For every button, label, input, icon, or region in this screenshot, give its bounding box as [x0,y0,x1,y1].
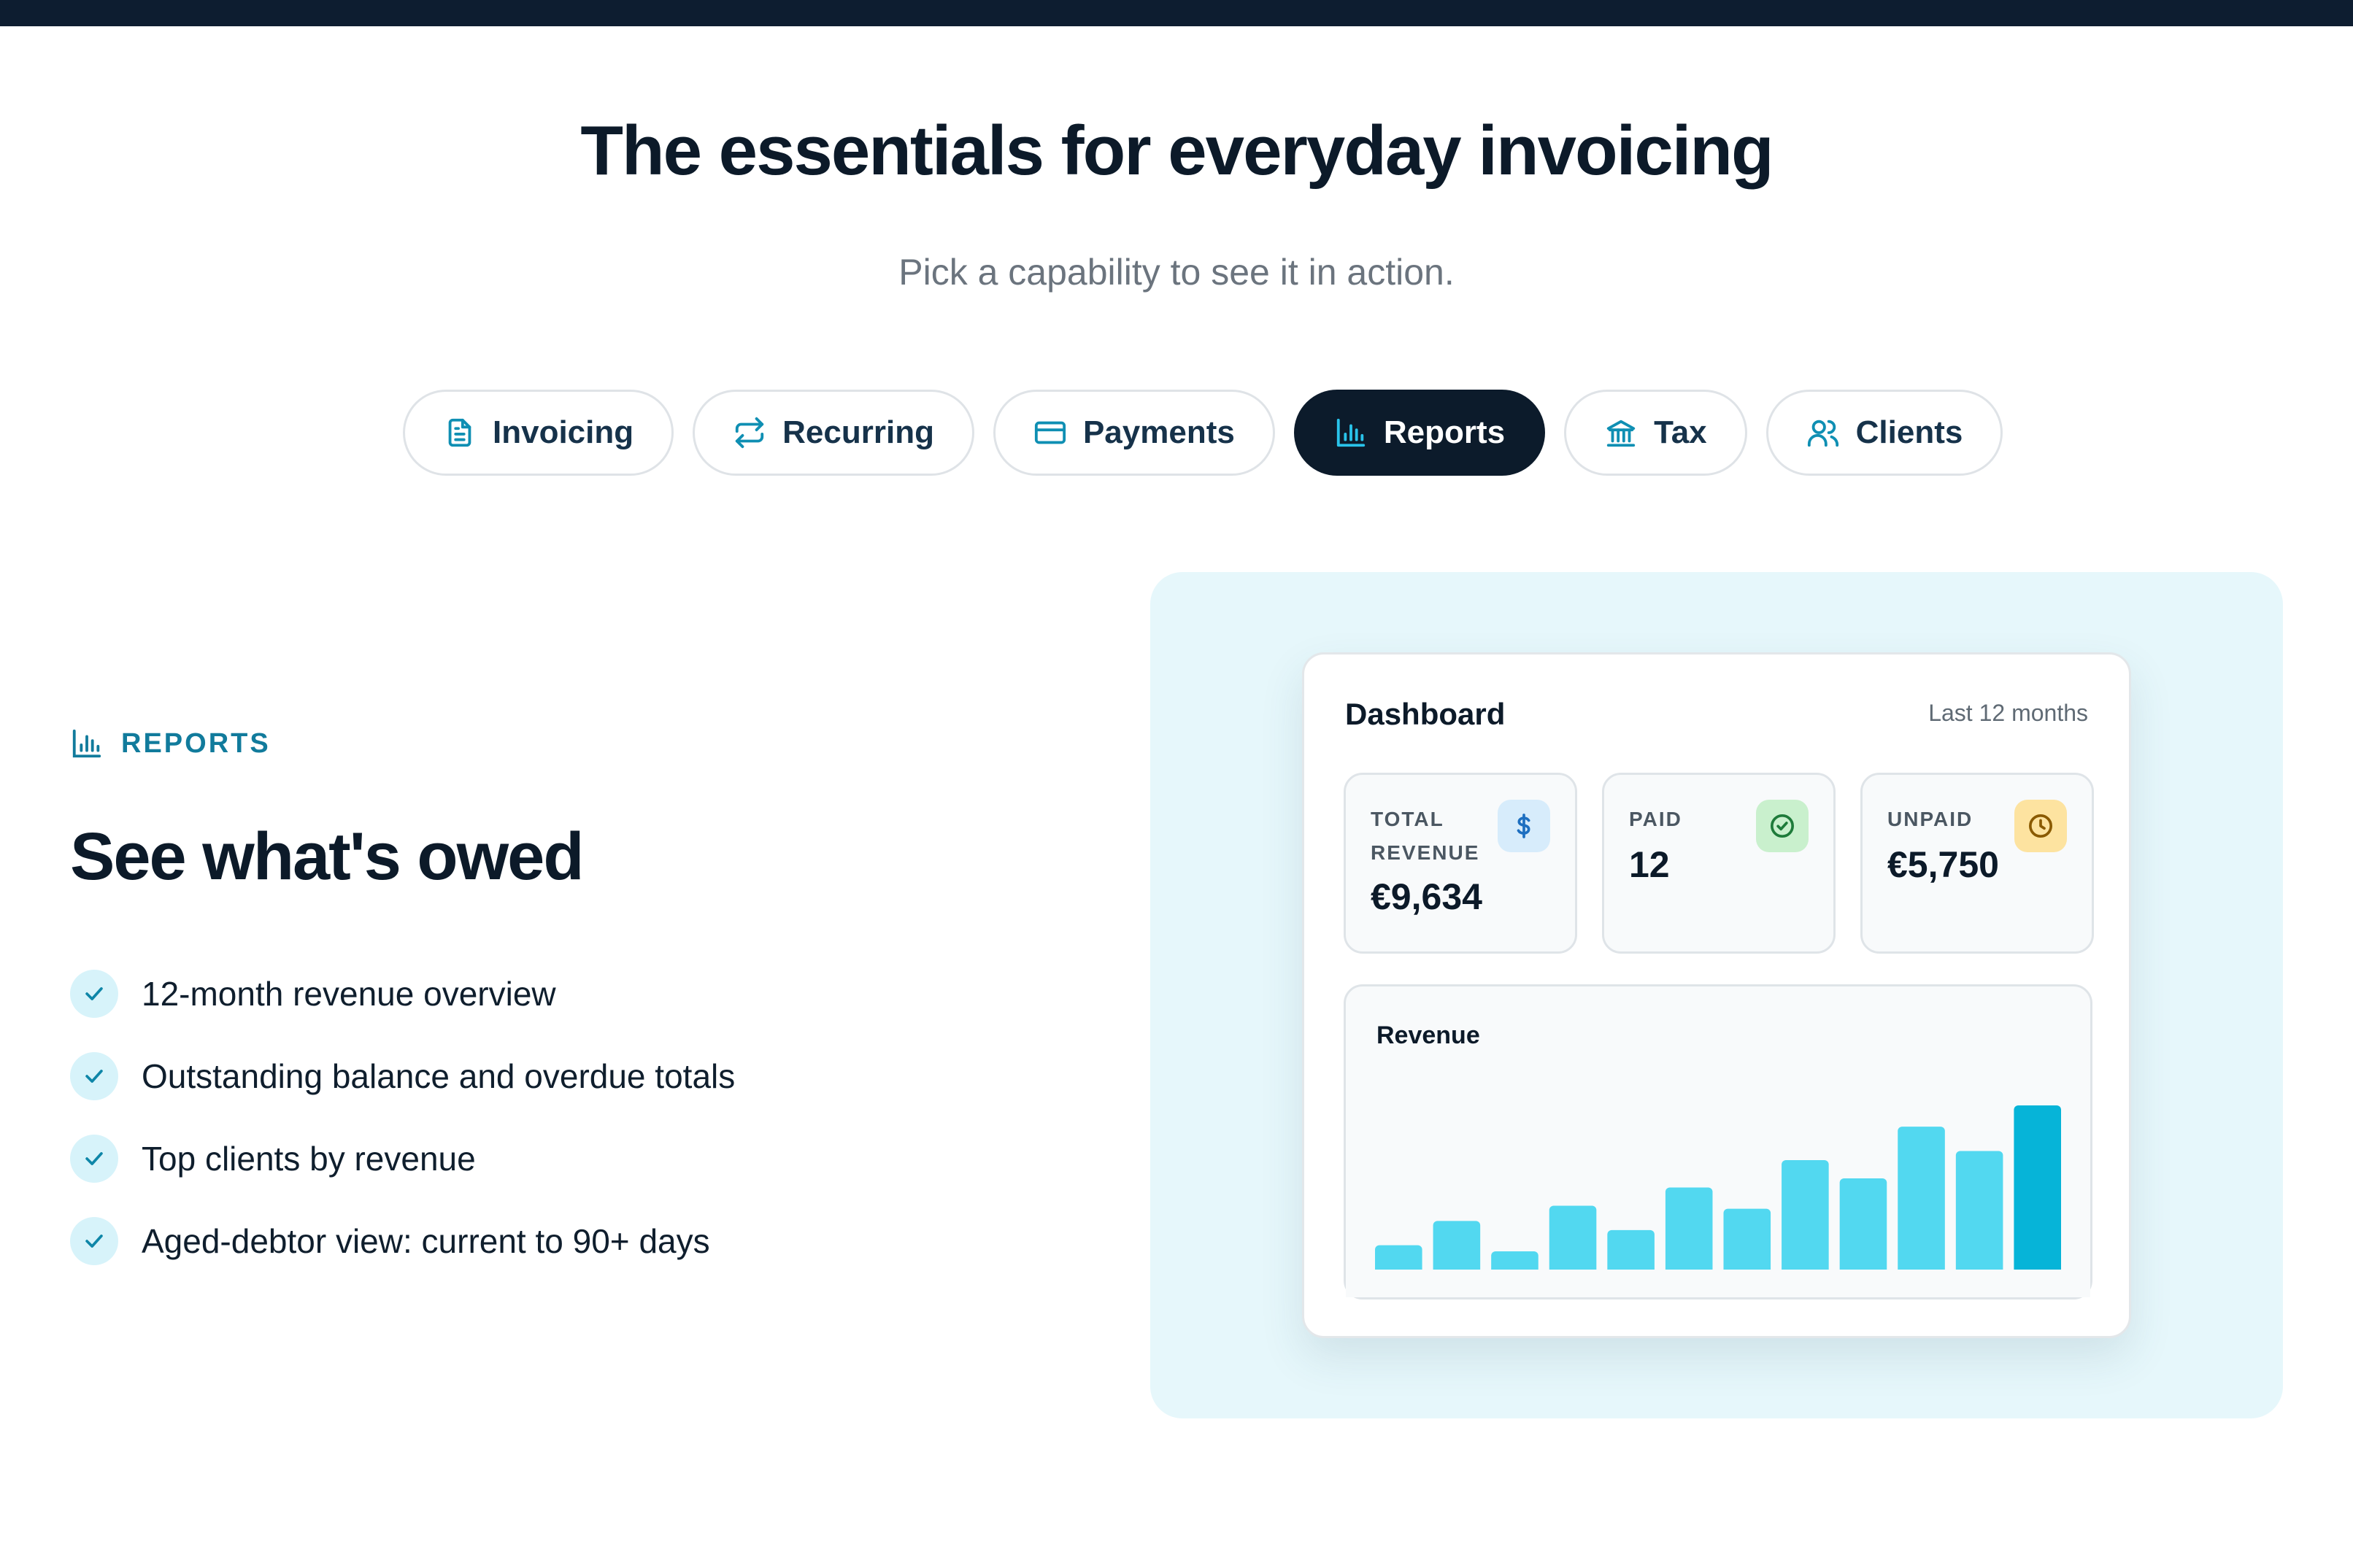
revenue-bar [1549,1205,1597,1274]
date-range-label: Last 12 months [1928,700,2088,726]
dashboard-title: Dashboard [1345,697,1506,731]
capability-tabs: Invoicing Recurring Payments Reports Tax… [403,390,2003,476]
revenue-bar [2014,1105,2061,1274]
bank-icon [1606,420,1636,447]
hero-subtitle: Pick a capability to see it in action. [898,252,1455,293]
tab-label: Recurring [782,414,934,450]
tab-tax[interactable]: Tax [1564,390,1747,476]
revenue-bar [1665,1187,1713,1274]
revenue-bar [1782,1160,1829,1274]
tab-clients[interactable]: Clients [1765,390,2003,476]
eyebrow-label: REPORTS [121,727,271,759]
tab-invoicing[interactable]: Invoicing [403,390,674,476]
kpi-label: PAID [1629,808,1682,830]
check-icon [70,1217,118,1265]
revenue-bar [1723,1208,1771,1274]
revenue-bar [1898,1127,1945,1274]
check-icon [70,970,118,1018]
revenue-bar [1607,1229,1655,1274]
feature-text: 12-month revenue overview [142,975,556,1013]
tab-reports[interactable]: Reports [1293,390,1546,476]
list-item: Outstanding balance and overdue totals [70,1047,735,1105]
tab-label: Clients [1855,414,1963,450]
hero-title: The essentials for everyday invoicing [580,112,1774,190]
feature-text: Top clients by revenue [142,1140,476,1178]
bar-chart-icon [1336,418,1366,447]
top-nav-bar [0,0,2353,26]
revenue-bar [1839,1178,1887,1274]
check-circle-icon [1756,800,1809,852]
kpi-paid: PAID 12 [1602,773,1836,954]
revenue-bar [1955,1151,2003,1274]
revenue-chart-card: Revenue [1344,984,2092,1299]
tab-recurring[interactable]: Recurring [693,390,974,476]
kpi-total-revenue: TOTAL REVENUE €9,634 [1344,773,1577,954]
check-icon [70,1135,118,1183]
tab-label: Tax [1654,414,1707,450]
users-icon [1807,420,1838,447]
tab-label: Reports [1383,414,1506,450]
dollar-icon [1498,800,1550,852]
tab-payments[interactable]: Payments [993,390,1275,476]
feature-text: Outstanding balance and overdue totals [142,1057,736,1095]
document-icon [448,418,471,447]
dashboard-card: Dashboard Last 12 months TOTAL REVENUE €… [1302,652,2131,1338]
kpi-value: €9,634 [1371,876,1482,917]
list-item: Top clients by revenue [70,1129,735,1188]
tab-label: Invoicing [493,414,634,450]
chart-baseline-mask [1346,1270,2090,1297]
list-item: 12-month revenue overview [70,965,735,1023]
clock-icon [2014,800,2067,852]
list-item: Aged-debtor view: current to 90+ days [70,1212,735,1270]
kpi-label: TOTAL REVENUE [1371,808,1480,864]
bar-chart-icon [72,729,101,758]
feature-text: Aged-debtor view: current to 90+ days [142,1222,710,1260]
kpi-value: 12 [1629,844,1670,885]
tab-label: Payments [1082,414,1235,450]
repeat-icon [735,417,764,449]
section-title: See what's owed [70,819,585,894]
kpi-value: €5,750 [1887,844,1999,885]
kpi-unpaid: UNPAID €5,750 [1860,773,2094,954]
credit-card-icon [1034,421,1066,444]
check-icon [70,1052,118,1100]
feature-list: 12-month revenue overview Outstanding ba… [70,965,735,1294]
revenue-bar [1433,1221,1481,1274]
section-eyebrow: REPORTS [70,727,271,760]
revenue-bar-chart [1346,1105,2090,1297]
kpi-label: UNPAID [1887,808,1973,830]
